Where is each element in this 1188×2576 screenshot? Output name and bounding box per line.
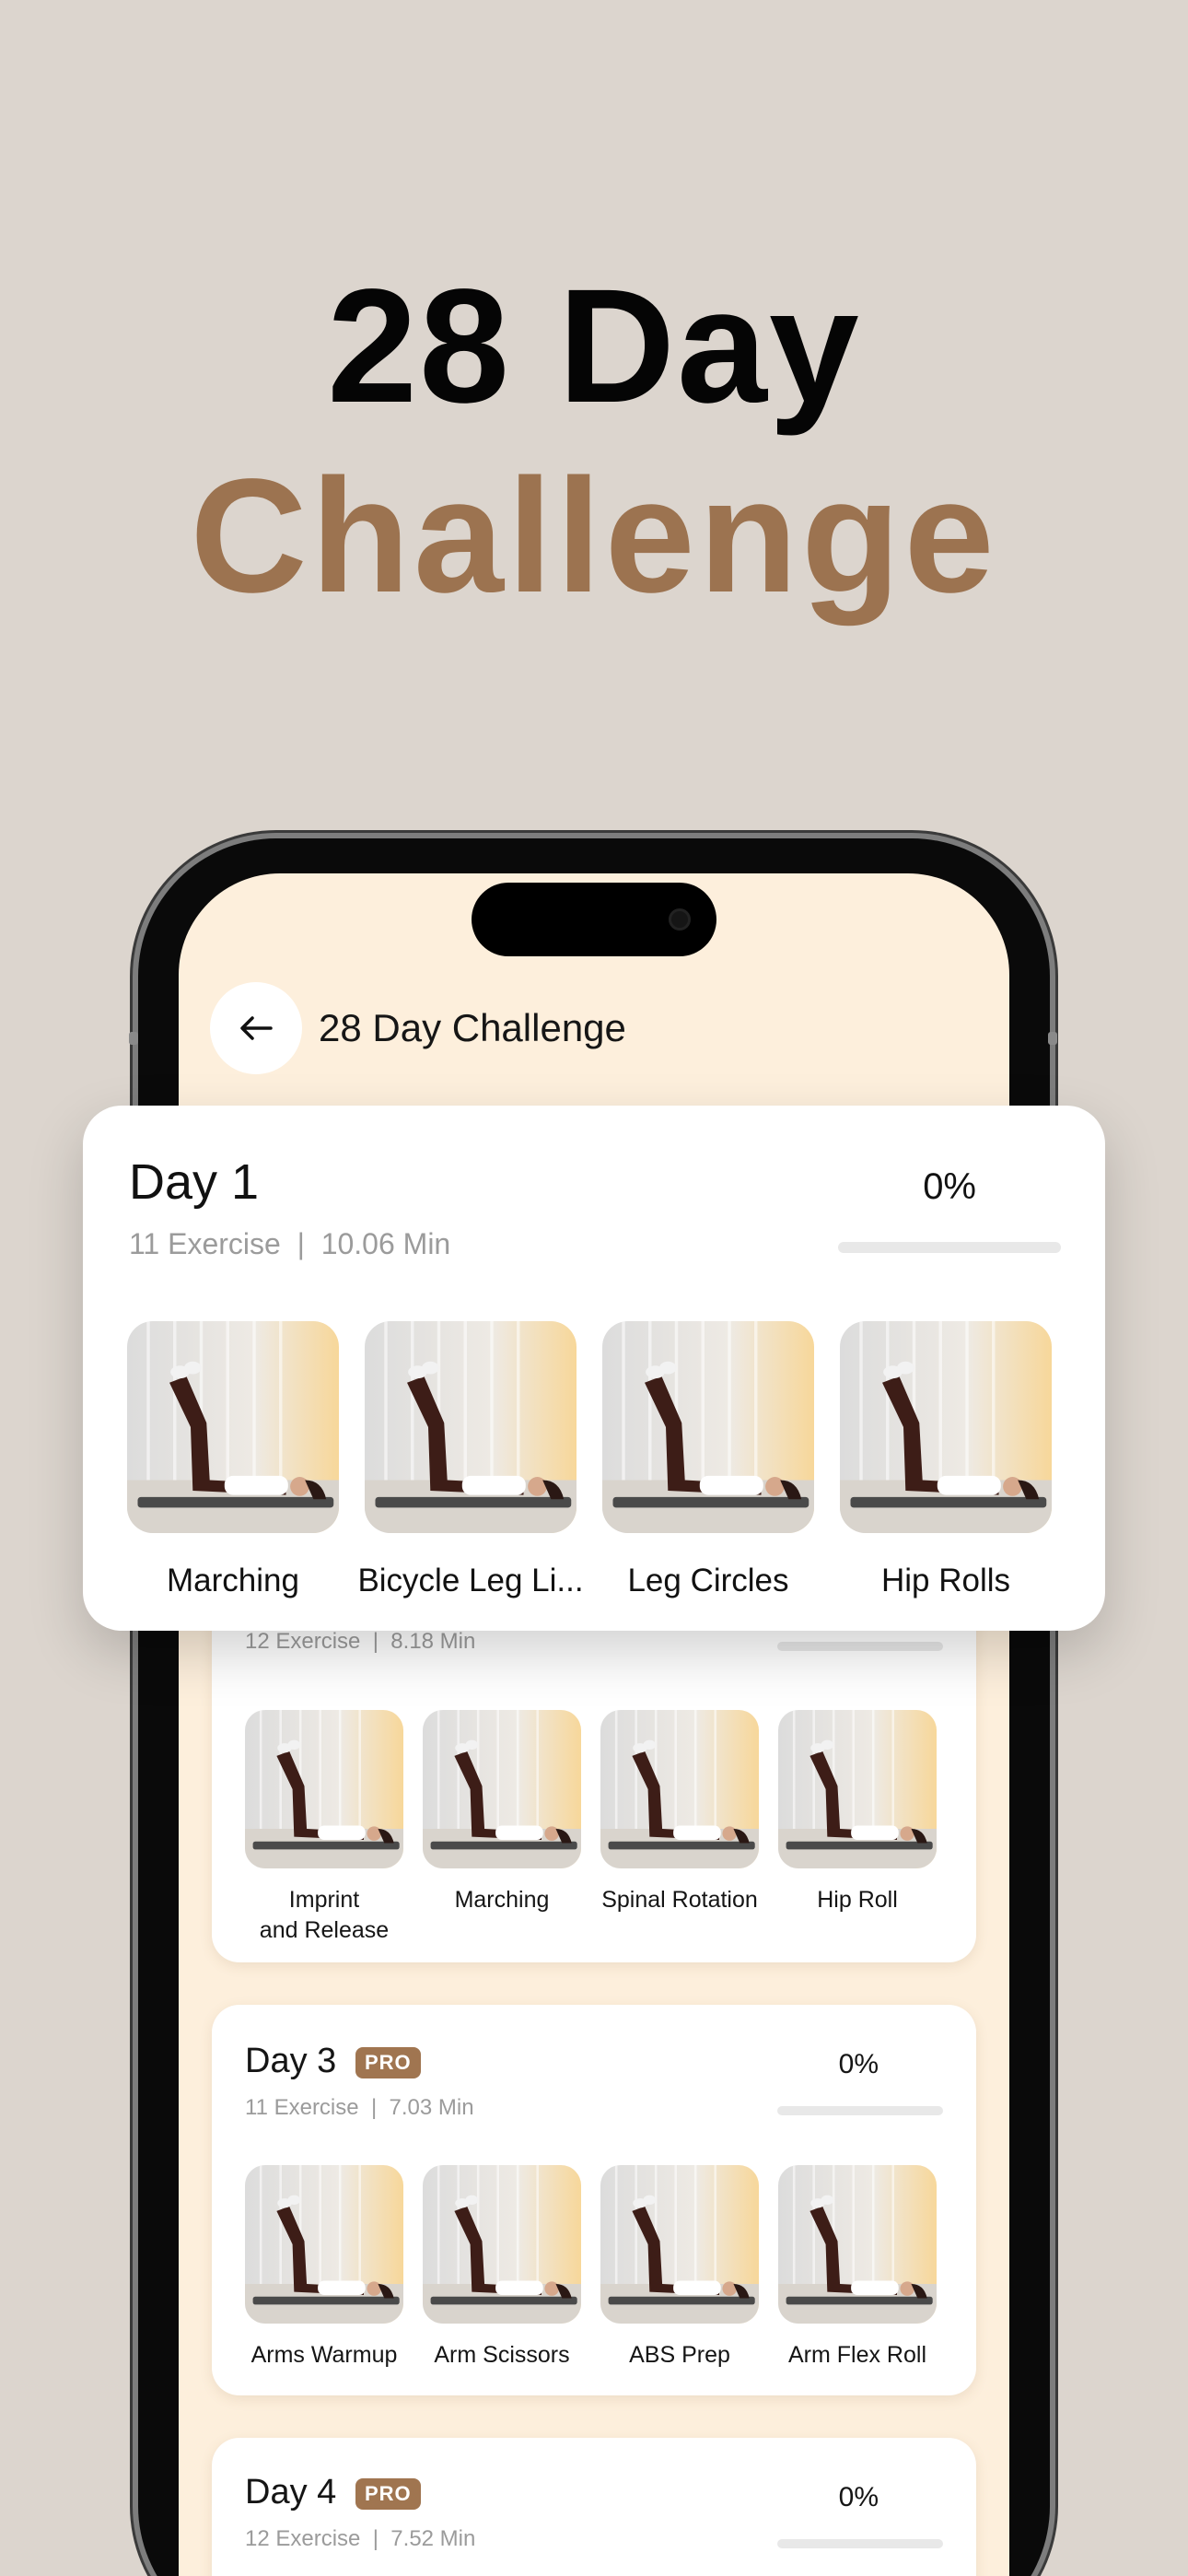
day-card[interactable]: Day 4 PRO 12 Exercise | 7.52 Min 0% <box>212 2438 976 2576</box>
exercise-label: Hip Roll <box>817 1887 898 1913</box>
day-card[interactable]: 12 Exercise | 8.18 Min Imprint and Relea… <box>212 1592 976 1962</box>
exercise-thumbnail[interactable] <box>423 1710 581 1868</box>
hero-title-line2: Challenge <box>190 446 998 626</box>
day-progress-bar <box>777 1642 943 1651</box>
day-percent: 0% <box>838 2049 879 2079</box>
hero-title-line1: 28 Day <box>327 256 861 437</box>
day-title: Day 4 <box>245 2473 337 2512</box>
day-progress-bar <box>777 2106 943 2115</box>
page-title: 28 Day Challenge <box>319 1006 626 1049</box>
dynamic-island <box>472 883 716 956</box>
featured-day-card[interactable]: Day 1 11 Exercise | 10.06 Min 0% Marchin… <box>83 1106 1105 1631</box>
day-percent: 0% <box>923 1166 976 1207</box>
camera-icon <box>669 908 691 931</box>
exercise-label: Arms Warmup <box>250 2342 398 2368</box>
exercise-thumbnail[interactable] <box>245 2165 403 2324</box>
day-title: Day 1 <box>129 1154 260 1210</box>
exercise-label: ABS Prep <box>629 2342 730 2368</box>
exercise-label: Bicycle Leg Li... <box>357 1563 584 1598</box>
exercise-thumbnail[interactable] <box>778 1710 937 1868</box>
exercise-label: Hip Rolls <box>880 1563 1011 1598</box>
exercise-thumbnail[interactable] <box>245 1710 403 1868</box>
day-meta: 12 Exercise | 8.18 Min <box>245 1629 476 1654</box>
day-progress-bar <box>838 1242 1061 1253</box>
exercise-thumbnail[interactable] <box>127 1321 339 1533</box>
exercise-label: Leg Circles <box>627 1563 789 1598</box>
exercise-thumbnail[interactable] <box>423 2165 581 2324</box>
day-meta: 11 Exercise | 7.03 Min <box>245 2095 474 2120</box>
exercise-label: Arm Flex Roll <box>787 2342 926 2368</box>
pro-badge: PRO <box>355 2478 421 2510</box>
exercise-thumbnail[interactable] <box>602 1321 814 1533</box>
exercise-label: Arm Scissors <box>434 2342 570 2368</box>
exercise-label: Marching <box>167 1563 299 1598</box>
day-meta: 12 Exercise | 7.52 Min <box>245 2526 476 2551</box>
exercise-label: Imprint and Release <box>259 1887 390 1943</box>
day-title: Day 3 <box>245 2042 337 2080</box>
exercise-label: Spinal Rotation <box>601 1887 758 1913</box>
exercise-thumbnail[interactable] <box>778 2165 937 2324</box>
pro-badge: PRO <box>355 2047 421 2078</box>
back-button[interactable] <box>210 982 302 1074</box>
day-percent: 0% <box>838 2482 879 2512</box>
phone-side-button <box>1048 1032 1057 1045</box>
day-progress-bar <box>777 2539 943 2548</box>
exercise-thumbnail[interactable] <box>365 1321 577 1533</box>
day-card[interactable]: Day 3 PRO 11 Exercise | 7.03 Min 0% Arms… <box>212 2005 976 2395</box>
exercise-label: Marching <box>454 1887 550 1913</box>
exercise-thumbnail[interactable] <box>600 1710 759 1868</box>
phone-side-button <box>129 1032 138 1045</box>
arrow-left-icon <box>240 1016 273 1040</box>
day-meta: 11 Exercise | 10.06 Min <box>129 1227 451 1260</box>
exercise-thumbnail[interactable] <box>840 1321 1052 1533</box>
exercise-thumbnail[interactable] <box>600 2165 759 2324</box>
